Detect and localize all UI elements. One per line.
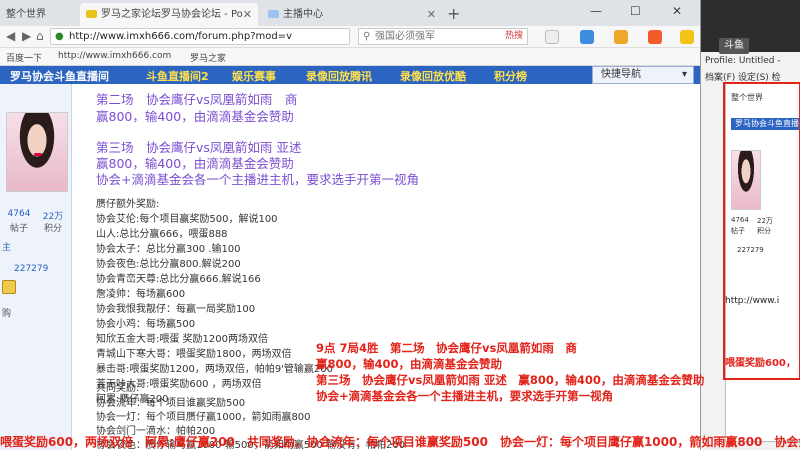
posts-count[interactable]: 4764 — [4, 209, 34, 219]
home-icon[interactable]: ⌂ — [36, 29, 44, 43]
capture-frame — [723, 82, 800, 380]
forum-nav-bar: 罗马协会斗鱼直播间 斗鱼直播间2 娱乐赛事 录像回放腾讯 录像回放优酷 积分榜 … — [0, 66, 700, 84]
plugin-icon[interactable] — [648, 30, 662, 44]
url-text: http://www.imxh666.com/forum.php?mod=v — [69, 31, 293, 42]
close-tab-icon[interactable]: ✕ — [427, 3, 436, 26]
new-tab-icon[interactable]: + — [447, 4, 460, 23]
close-window-icon[interactable]: ✕ — [672, 4, 682, 18]
sub-label: 购 — [2, 309, 12, 319]
nav-item-douyu2[interactable]: 斗鱼直播间2 — [146, 68, 209, 84]
reward-line: 青城山下寒大哥：喂蛋奖励1800，两场双倍 — [96, 349, 292, 360]
tab-forum[interactable]: 罗马之家论坛罗马协会论坛 - Po ✕ — [80, 3, 258, 26]
reward-line: 知欣五金大哥:喂蛋 奖励1200两场双倍 — [96, 334, 268, 345]
match-prize: 赢800，输400，由滴滴基金会赞助 — [96, 109, 294, 124]
ticker-text: 喂蛋奖励600，两场双倍 阿累:鹰仔赢200 共同奖励，协会流年：每个项目谁赢奖… — [0, 435, 800, 449]
bookmark-baidu[interactable]: 百度一下 — [6, 51, 42, 64]
tab-streamer-center[interactable]: 主播中心 ✕ — [262, 3, 442, 26]
forum-favicon-icon — [86, 10, 97, 18]
url-input[interactable]: ● http://www.imxh666.com/forum.php?mod=v — [50, 28, 350, 45]
match-note: 协会+滴滴基金会各一个主播进主机，要求选手开第一视角 — [96, 172, 419, 187]
medal-icon — [2, 280, 16, 294]
back-icon[interactable]: ◀ — [6, 29, 15, 43]
reward-line: 詹凌帅：每场赢600 — [96, 289, 186, 300]
reward-line: 协会艾伦:每个项目赢奖励500，解说100 — [96, 214, 278, 225]
posts-label: 帖子 — [9, 224, 28, 234]
nav-item-replay-tencent[interactable]: 录像回放腾讯 — [306, 68, 372, 84]
reward-heading: 共同奖励: — [96, 383, 140, 394]
reward-line: 山人:总比分赢666，喂蛋888 — [96, 229, 228, 240]
role-label: 主 — [2, 243, 12, 253]
nav-item-esports[interactable]: 娱乐赛事 — [232, 68, 276, 84]
quick-nav-dropdown[interactable]: 快捷导航 ▾ — [592, 66, 694, 84]
close-tab-icon[interactable]: ✕ — [243, 3, 252, 26]
forward-icon[interactable]: ▶ — [22, 29, 31, 43]
chevron-down-icon: ▾ — [681, 69, 687, 80]
bookmark-roma-home[interactable]: 罗马之家 — [190, 51, 226, 64]
douyu-logo: 斗鱼 — [719, 38, 749, 54]
reward-line: 协会我恨我靓仔：每赢一局奖励100 — [96, 304, 256, 315]
nav-item-leaderboard[interactable]: 积分榜 — [494, 68, 527, 84]
search-input[interactable]: ⚲ 强国必须强军 热搜 — [358, 28, 528, 45]
hot-search-badge[interactable]: 热搜 — [505, 29, 523, 44]
address-toolbar: ◀ ▶ ⌂ ● http://www.imxh666.com/forum.php… — [0, 26, 700, 48]
browser-tab-bar: 整个世界 罗马之家论坛罗马协会论坛 - Po ✕ 主播中心 ✕ + — ☐ ✕ — [0, 0, 700, 26]
search-icon: ⚲ — [363, 31, 371, 42]
overlay-line: 协会+滴滴基金会各一个主播进主机，要求选手开第一视角 — [316, 389, 614, 403]
search-placeholder: 强国必须强军 — [375, 31, 435, 42]
bookmarks-bar: 百度一下 http://www.imxh666.com 罗马之家 — [0, 48, 700, 66]
reward-line: 协会流年：每个项目谁赢奖励500 — [96, 398, 246, 409]
game-icon[interactable] — [614, 30, 628, 44]
profile-title: Profile: Untitled - — [705, 56, 781, 66]
preview-titlebar — [701, 0, 800, 52]
scissors-icon[interactable] — [545, 30, 559, 44]
author-profile: 4764 22万 帖子 积分 主 227279 购 — [0, 84, 72, 450]
tab-label: 整个世界 — [6, 9, 46, 20]
bookmark-imxh[interactable]: http://www.imxh666.com — [58, 51, 171, 61]
reward-line: 赝仔额外奖励: — [96, 199, 160, 210]
points-label: 积分 — [43, 224, 62, 234]
stream-ticker: 喂蛋奖励600，两场双倍 阿累:鹰仔赢200 共同奖励，协会流年：每个项目谁赢奖… — [0, 432, 800, 450]
minimize-icon[interactable]: — — [590, 4, 602, 18]
reward-line: 协会一灯：每个项目赝仔赢1000，箭如雨赢800 — [96, 412, 311, 423]
site-info-icon: ● — [55, 31, 64, 42]
tab-label: 主播中心 — [283, 9, 323, 20]
menu-icon[interactable] — [680, 30, 694, 44]
nav-item-douyu[interactable]: 罗马协会斗鱼直播间 — [10, 68, 109, 84]
overlay-line: 9点 7局4胜 第二场 协会鹰仔vs凤凰箭如雨 商 — [316, 341, 577, 355]
user-id[interactable]: 227279 — [14, 264, 48, 274]
overlay-line: 赢800，输400，由滴滴基金会赞助 — [316, 357, 503, 371]
overlay-line: 第三场 协会鹰仔vs凤凰箭如雨 亚述 赢800，输400，由滴滴基金会赞助 — [316, 373, 705, 387]
nav-item-replay-youku[interactable]: 录像回放优酷 — [400, 68, 466, 84]
maximize-icon[interactable]: ☐ — [630, 4, 641, 18]
avatar[interactable] — [6, 112, 68, 192]
reward-line: 协会青峦天尊:总比分赢666.解说166 — [96, 274, 261, 285]
tab-world[interactable]: 整个世界 — [0, 3, 78, 26]
extension-icon[interactable] — [580, 30, 594, 44]
reward-line: 协会夜色:总比分赢800.解说200 — [96, 259, 241, 270]
reward-line: 暴击哥:喂蛋奖励1200，两场双倍，帕帕9'管输赢200 — [96, 364, 334, 375]
reward-line: 协会太子：总比分赢300 .输100 — [96, 244, 241, 255]
tab-label: 罗马之家论坛罗马协会论坛 - Po — [101, 9, 243, 20]
reward-line: 协会小鸡：每场赢500 — [96, 319, 196, 330]
streamer-favicon-icon — [268, 10, 279, 18]
quick-nav-label: 快捷导航 — [601, 69, 641, 80]
